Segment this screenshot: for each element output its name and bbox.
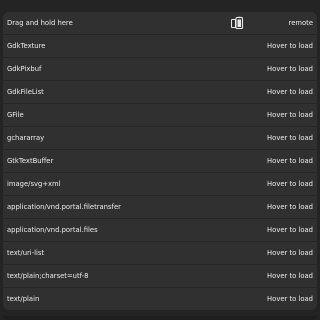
format-name: text/plain;charset=utf-8 bbox=[7, 272, 89, 280]
list-bottom-edge bbox=[3, 316, 317, 320]
format-row[interactable]: image/svg+xml Hover to load bbox=[3, 173, 317, 196]
format-value[interactable]: Hover to load bbox=[267, 295, 313, 303]
drag-source-row[interactable]: Drag and hold here remote bbox=[3, 12, 317, 35]
format-row[interactable]: GdkPixbuf Hover to load bbox=[3, 58, 317, 81]
format-value[interactable]: Hover to load bbox=[267, 134, 313, 142]
drag-label: Drag and hold here bbox=[7, 19, 73, 27]
format-row[interactable]: application/vnd.portal.files Hover to loa… bbox=[3, 219, 317, 242]
format-name: GdkFileList bbox=[7, 88, 44, 96]
format-value[interactable]: Hover to load bbox=[267, 111, 313, 119]
format-name: GdkTexture bbox=[7, 42, 46, 50]
format-name: gchararray bbox=[7, 134, 45, 142]
format-row[interactable]: GdkTexture Hover to load bbox=[3, 35, 317, 58]
format-rows: GdkTexture Hover to load GdkPixbuf Hover to… bbox=[3, 35, 317, 310]
format-name: application/vnd.portal.files bbox=[7, 226, 98, 234]
format-name: application/vnd.portal.filetransfer bbox=[7, 203, 121, 211]
format-row[interactable]: GtkTextBuffer Hover to load bbox=[3, 150, 317, 173]
format-value[interactable]: Hover to load bbox=[267, 249, 313, 257]
clipboard-inspector-window: Drag and hold here remote GdkTexture Hove… bbox=[0, 0, 320, 320]
format-value[interactable]: Hover to load bbox=[267, 180, 313, 188]
drag-source-value: remote bbox=[288, 19, 313, 27]
format-row[interactable]: text/plain;charset=utf-8 Hover to load bbox=[3, 265, 317, 288]
formats-list: Drag and hold here remote GdkTexture Hove… bbox=[3, 12, 317, 310]
format-row[interactable]: text/uri-list Hover to load bbox=[3, 242, 317, 265]
clipboard-paste-icon[interactable] bbox=[230, 16, 244, 30]
format-value[interactable]: Hover to load bbox=[267, 203, 313, 211]
format-name: text/plain bbox=[7, 295, 40, 303]
format-row[interactable]: application/vnd.portal.filetransfer Hover… bbox=[3, 196, 317, 219]
format-value[interactable]: Hover to load bbox=[267, 226, 313, 234]
format-row[interactable]: gchararray Hover to load bbox=[3, 127, 317, 150]
format-name: GtkTextBuffer bbox=[7, 157, 54, 165]
format-row[interactable]: text/plain Hover to load bbox=[3, 288, 317, 310]
format-value[interactable]: Hover to load bbox=[267, 88, 313, 96]
format-row[interactable]: GFile Hover to load bbox=[3, 104, 317, 127]
format-value[interactable]: Hover to load bbox=[267, 272, 313, 280]
format-value[interactable]: Hover to load bbox=[267, 65, 313, 73]
format-name: text/uri-list bbox=[7, 249, 45, 257]
format-name: GdkPixbuf bbox=[7, 65, 42, 73]
format-name: image/svg+xml bbox=[7, 180, 61, 188]
format-value[interactable]: Hover to load bbox=[267, 42, 313, 50]
format-row[interactable]: GdkFileList Hover to load bbox=[3, 81, 317, 104]
format-value[interactable]: Hover to load bbox=[267, 157, 313, 165]
format-name: GFile bbox=[7, 111, 24, 119]
